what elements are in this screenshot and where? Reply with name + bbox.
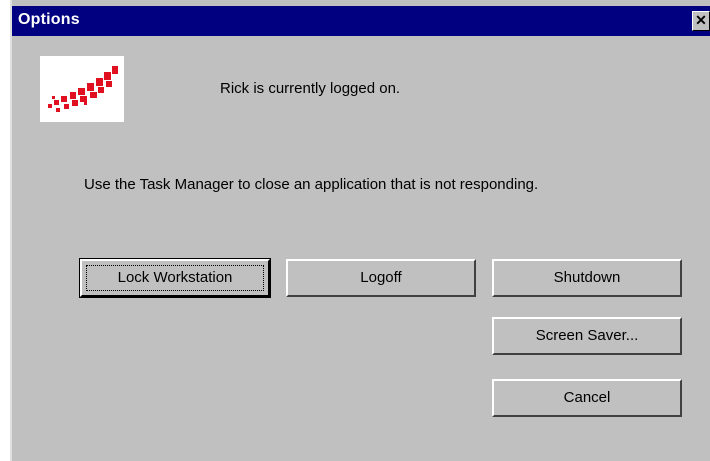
options-dialog: Options ✕ Rick is currently logged on. U… xyxy=(10,0,710,461)
title-bar: Options ✕ xyxy=(12,6,710,36)
task-manager-hint: Use the Task Manager to close an applica… xyxy=(84,176,539,193)
screen-saver-label: Screen Saver... xyxy=(535,327,639,344)
shutdown-button[interactable]: Shutdown xyxy=(492,259,682,297)
lock-workstation-label: Lock Workstation xyxy=(117,269,233,286)
logged-on-message: Rick is currently logged on. xyxy=(220,80,401,97)
cancel-button[interactable]: Cancel xyxy=(492,379,682,417)
close-button[interactable]: ✕ xyxy=(692,11,710,31)
logoff-label: Logoff xyxy=(360,269,402,286)
close-icon: ✕ xyxy=(695,12,707,28)
screen-saver-button[interactable]: Screen Saver... xyxy=(492,317,682,355)
shutdown-label: Shutdown xyxy=(553,269,621,286)
windows-logo-icon xyxy=(40,56,124,122)
lock-workstation-button[interactable]: Lock Workstation xyxy=(79,258,271,298)
window-title: Options xyxy=(18,11,80,28)
logoff-button[interactable]: Logoff xyxy=(286,259,476,297)
cancel-label: Cancel xyxy=(563,389,611,406)
